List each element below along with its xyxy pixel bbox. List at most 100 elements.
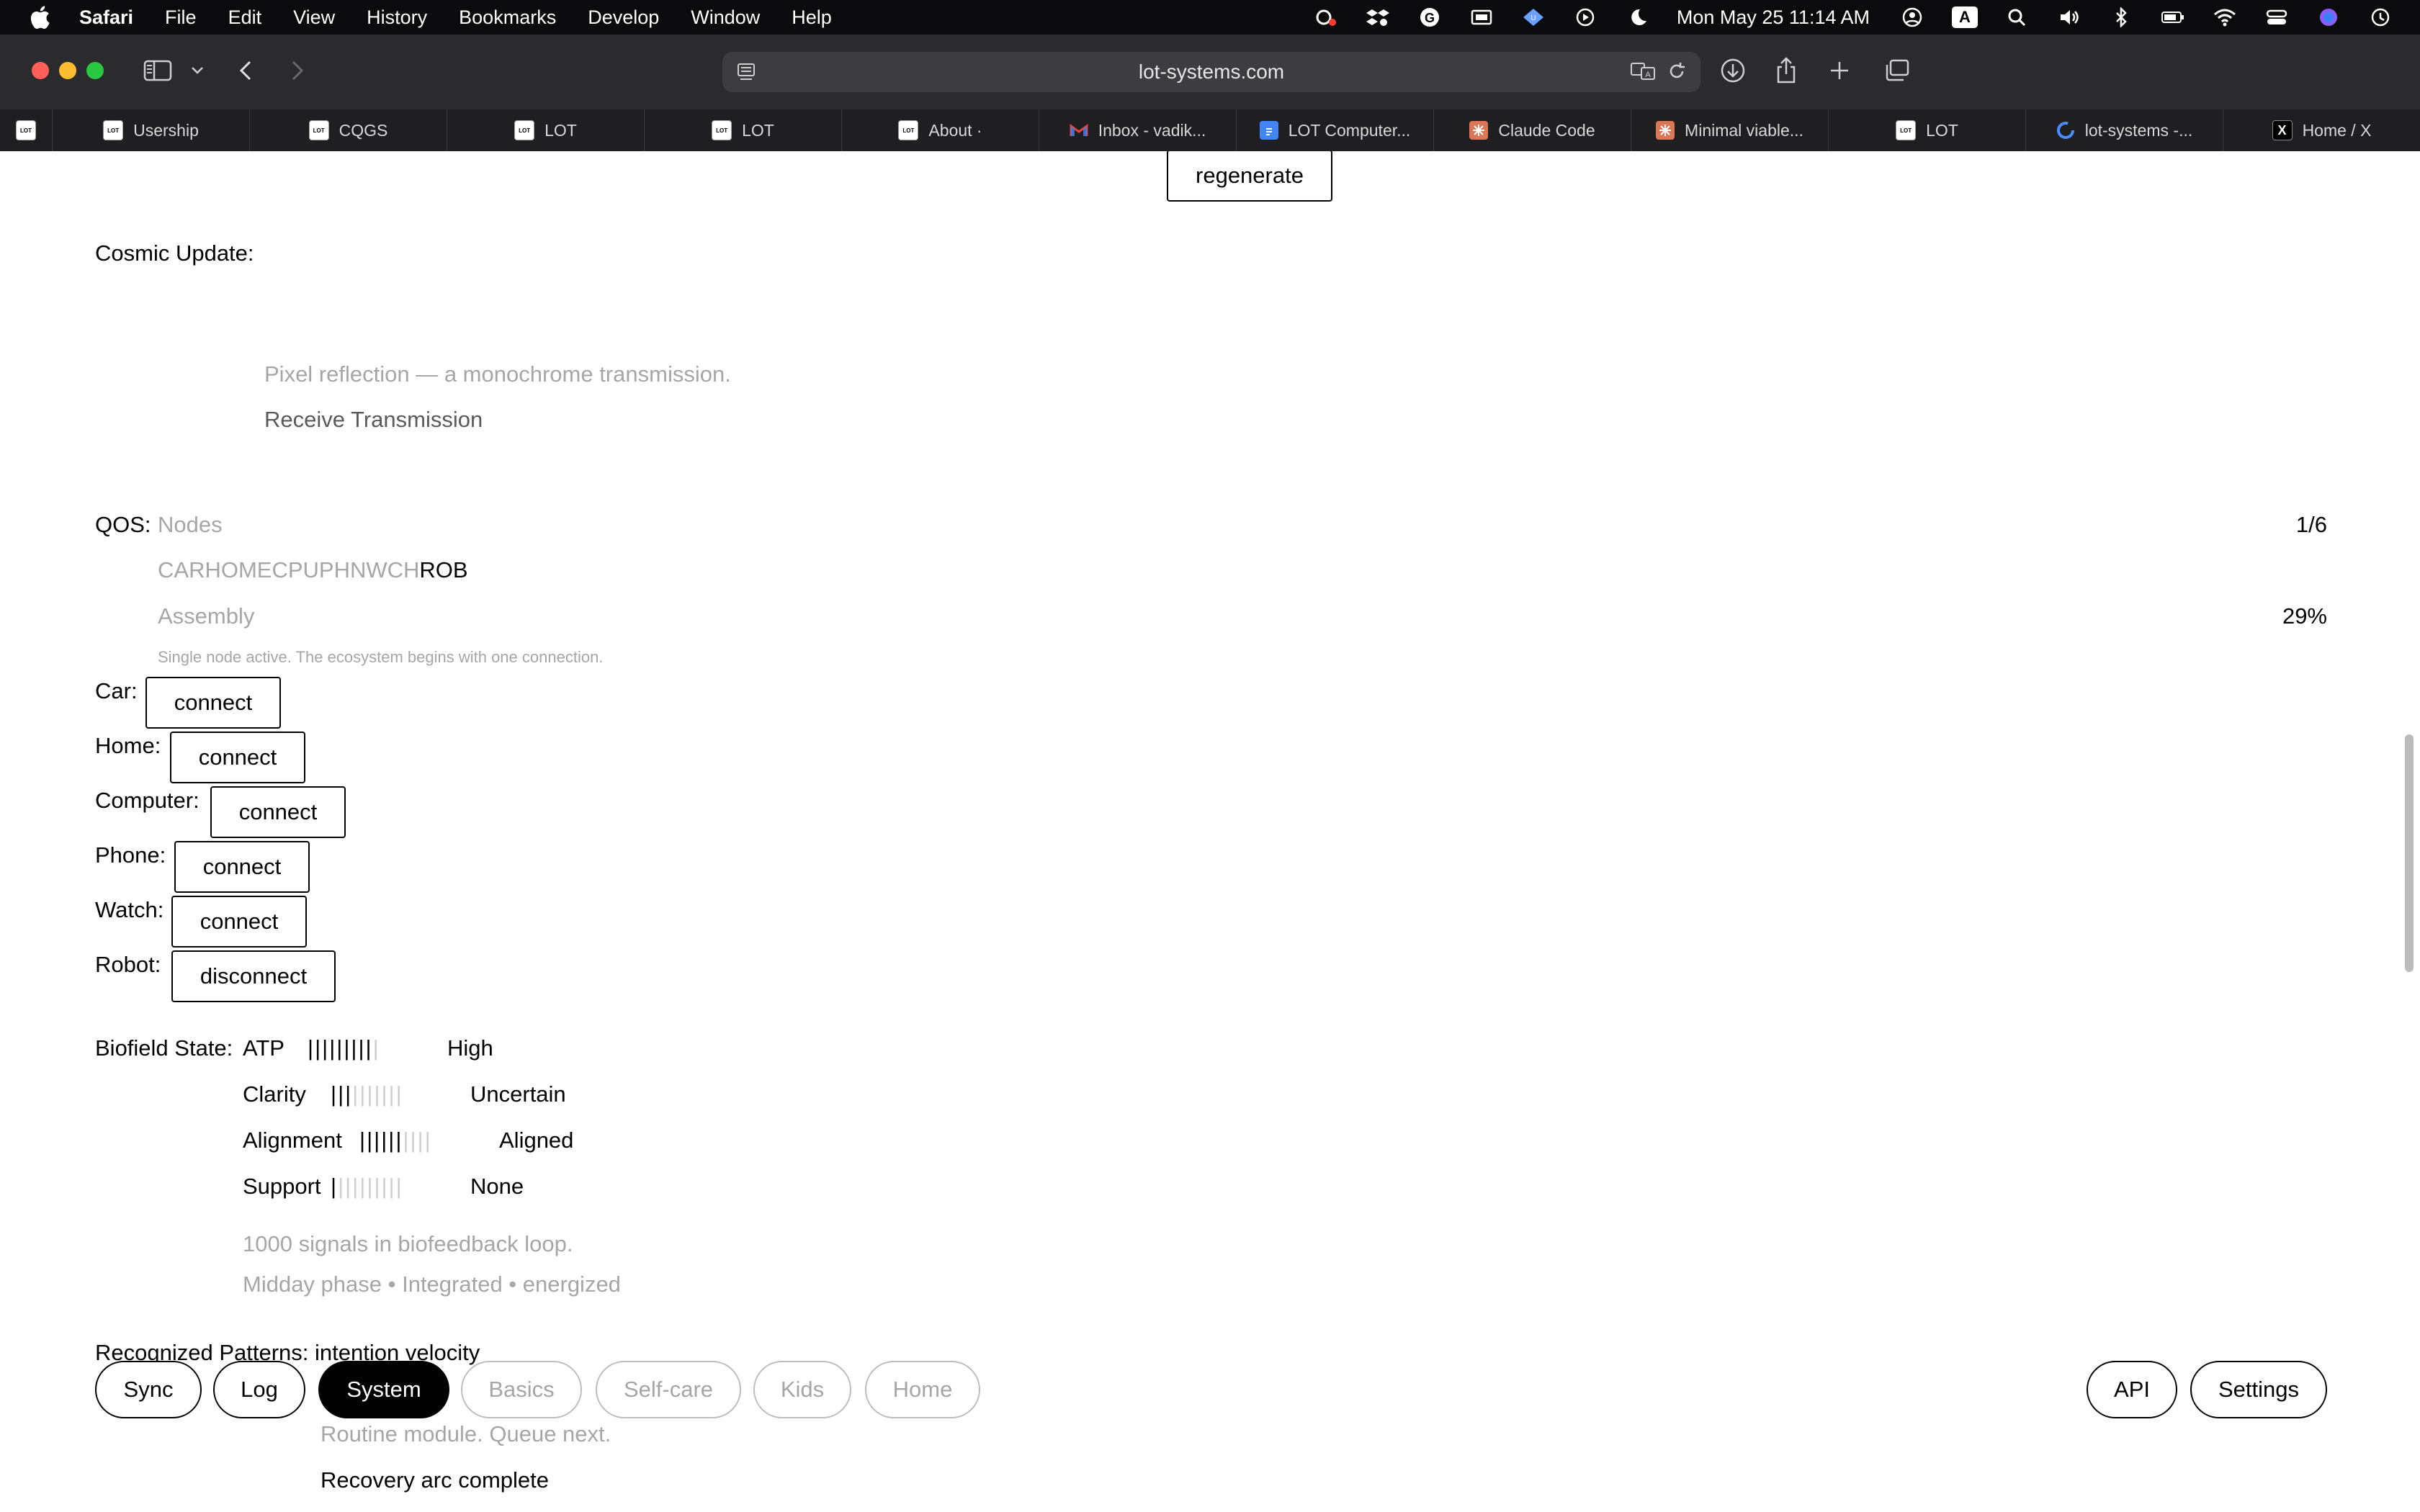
browser-tab[interactable]: LOT CQGS [250, 109, 447, 151]
user-icon[interactable] [1900, 6, 1924, 28]
connect-button[interactable]: connect [170, 732, 305, 783]
control-center-icon[interactable] [2264, 6, 2289, 28]
bar-segment-empty: | [410, 1128, 418, 1153]
wifi-icon[interactable] [2213, 6, 2237, 28]
input-source-icon[interactable]: A [1952, 6, 1978, 28]
tab-label: Inbox - vadik... [1098, 120, 1206, 140]
connect-button[interactable]: connect [171, 896, 307, 948]
volume-icon[interactable] [2057, 6, 2081, 28]
bar-segment-filled: | [331, 1081, 339, 1107]
menu-file[interactable]: File [165, 6, 197, 29]
menubar-clock[interactable]: Mon May 25 11:14 AM [1677, 6, 1870, 29]
share-icon[interactable] [1773, 56, 1799, 85]
search-icon[interactable] [2005, 6, 2030, 28]
dropbox-icon[interactable] [1366, 6, 1390, 28]
nav-kids-button[interactable]: Kids [753, 1361, 851, 1418]
tab-bar: LOT LOT Usership LOT CQGS LOT LOT LOT LOT LOT Abo… [0, 109, 2420, 152]
browser-tab[interactable]: LOT Computer... [1237, 109, 1434, 151]
menu-app-name[interactable]: Safari [79, 6, 133, 29]
clock-icon[interactable] [2368, 6, 2393, 28]
menu-bookmarks[interactable]: Bookmarks [459, 6, 556, 29]
window-close-button[interactable] [32, 62, 49, 79]
menu-view[interactable]: View [293, 6, 335, 29]
tab-label: About · [928, 120, 982, 140]
receive-transmission-link[interactable]: Receive Transmission [264, 407, 483, 433]
browser-tab[interactable]: LOT Usership [53, 109, 250, 151]
reload-icon[interactable] [1667, 60, 1686, 87]
connect-button[interactable]: connect [210, 786, 346, 838]
disconnect-button[interactable]: disconnect [171, 950, 336, 1002]
bar-segment-filled: | [365, 1035, 373, 1061]
biofield-metric-state: Aligned [499, 1128, 574, 1153]
routine-note: Routine module. Queue next. [321, 1421, 611, 1446]
new-tab-plus-icon[interactable] [1827, 56, 1852, 85]
siri-icon[interactable] [2316, 6, 2341, 28]
browser-tab[interactable]: lot-systems -... [2026, 109, 2223, 151]
apple-icon[interactable] [27, 5, 52, 30]
play-circle-icon[interactable] [1573, 6, 1597, 28]
sidebar-menu-chevron-down-icon[interactable] [189, 56, 206, 85]
menu-edit[interactable]: Edit [228, 6, 262, 29]
nav-system-button[interactable]: System [318, 1361, 449, 1418]
page-scrollbar[interactable] [2405, 734, 2414, 972]
browser-tab[interactable]: LOT About · [842, 109, 1039, 151]
browser-tab[interactable]: LOT LOT [645, 109, 842, 151]
nav-api-button[interactable]: API [2087, 1361, 2177, 1418]
browser-tab[interactable]: Inbox - vadik... [1039, 109, 1237, 151]
nav-basics-button[interactable]: Basics [461, 1361, 582, 1418]
nav-settings-button[interactable]: Settings [2190, 1361, 2327, 1418]
bar-segment-empty: | [352, 1174, 360, 1199]
tab-label: LOT [742, 120, 774, 140]
bar-segment-empty: | [395, 1081, 403, 1107]
nav-sync-button[interactable]: Sync [95, 1361, 202, 1418]
bar-segment-filled: | [338, 1081, 346, 1107]
menu-bar: Safari File Edit View History Bookmarks … [0, 0, 2420, 35]
connect-button[interactable]: connect [145, 677, 281, 729]
browser-tab[interactable]: Minimal viable... [1631, 109, 1829, 151]
browser-tab[interactable]: X Home / X [2223, 109, 2420, 151]
lot-favicon-icon: LOT [1896, 120, 1917, 140]
browser-tab[interactable]: Claude Code [1434, 109, 1631, 151]
bar-segment-empty: | [417, 1128, 425, 1153]
downloads-icon[interactable] [1718, 56, 1747, 85]
regenerate-button[interactable]: regenerate [1167, 151, 1332, 202]
nav-self-care-button[interactable]: Self-care [596, 1361, 741, 1418]
tab-label: LOT [544, 120, 577, 140]
bluetooth-icon[interactable] [2109, 6, 2133, 28]
grammarly-icon[interactable]: G [1417, 6, 1442, 28]
menu-window[interactable]: Window [691, 6, 760, 29]
bar-segment-empty: | [359, 1081, 367, 1107]
sidebar-toggle-icon[interactable] [141, 56, 174, 85]
biofield-label: Biofield State: [95, 1035, 233, 1061]
display-icon[interactable] [1469, 6, 1494, 28]
bar-segment-filled: | [351, 1035, 359, 1061]
uad-icon[interactable]: U [1521, 6, 1546, 28]
page-settings-icon[interactable] [737, 62, 756, 87]
back-chevron-icon[interactable] [235, 56, 256, 85]
claude-icon [1469, 121, 1489, 140]
menu-develop[interactable]: Develop [588, 6, 659, 29]
address-bar[interactable]: lot-systems.com A [722, 52, 1700, 92]
nav-log-button[interactable]: Log [213, 1361, 305, 1418]
biofield-metric-name: ATP [243, 1035, 284, 1061]
browser-tab[interactable]: LOT LOT [1829, 109, 2026, 151]
tab-overview-icon[interactable] [1883, 56, 1912, 85]
biofield-level-bar: |||||||||| [331, 1081, 403, 1107]
menu-help[interactable]: Help [792, 6, 832, 29]
translate-icon[interactable]: A [1630, 60, 1656, 87]
connect-button[interactable]: connect [174, 841, 310, 893]
bar-segment-empty: | [381, 1174, 389, 1199]
url-text[interactable]: lot-systems.com [1139, 60, 1284, 84]
browser-tab[interactable]: LOT LOT [447, 109, 645, 151]
forward-chevron-icon[interactable] [287, 56, 308, 85]
creative-cloud-icon[interactable] [1314, 6, 1338, 28]
moon-icon[interactable] [1625, 6, 1649, 28]
window-minimize-button[interactable] [59, 62, 76, 79]
pinned-tab[interactable]: LOT [0, 109, 53, 151]
bar-segment-empty: | [395, 1174, 403, 1199]
battery-icon[interactable] [2161, 6, 2185, 28]
nav-home-button[interactable]: Home [865, 1361, 980, 1418]
menu-history[interactable]: History [367, 6, 427, 29]
node-code-active: ROB [419, 557, 468, 582]
window-zoom-button[interactable] [86, 62, 104, 79]
